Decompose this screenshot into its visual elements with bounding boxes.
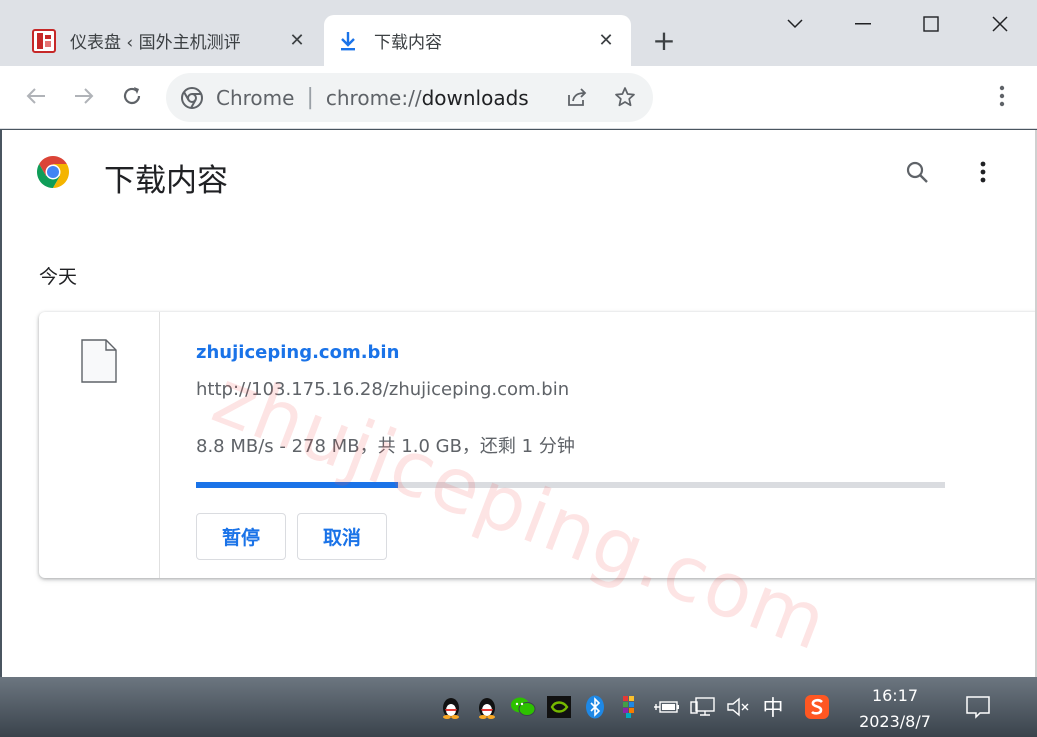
chrome-icon (180, 86, 204, 110)
download-progress-bar (196, 482, 945, 488)
nvidia-icon[interactable] (546, 694, 572, 720)
downloads-header: 下载内容 (2, 130, 1035, 218)
download-status: 8.8 MB/s - 278 MB，共 1.0 GB，还剩 1 分钟 (196, 436, 575, 457)
wechat-icon[interactable] (510, 694, 536, 720)
battery-plug-icon[interactable] (654, 694, 680, 720)
file-icon (80, 338, 118, 388)
downloads-page: 下载内容 今天 zhujiceping.com.bin http://103.1… (2, 130, 1035, 677)
chrome-logo-icon (35, 154, 71, 194)
url-path: downloads (421, 85, 529, 110)
new-tab-button[interactable]: + (648, 24, 680, 57)
back-button[interactable] (20, 80, 52, 112)
sogou-ime-icon[interactable] (804, 694, 830, 720)
close-window-button[interactable] (980, 6, 1020, 42)
ime-language-indicator[interactable]: 中 (760, 694, 786, 720)
qq-penguin-icon[interactable] (438, 694, 464, 720)
bookmark-star-icon[interactable] (613, 85, 637, 109)
more-options-icon[interactable] (968, 157, 998, 187)
tab-title: 下载内容 (374, 33, 442, 53)
url-scheme: chrome:// (325, 85, 422, 110)
tab-strip: 仪表盘 ‹ 国外主机测评 ✕ 下载内容 ✕ + (0, 0, 1037, 66)
pause-button[interactable]: 暂停 (196, 513, 286, 560)
tab-search-chevron-icon[interactable] (775, 6, 815, 42)
search-icon[interactable] (902, 157, 932, 187)
page-title: 下载内容 (104, 163, 228, 199)
maximize-button[interactable] (911, 6, 951, 42)
url-text[interactable]: chrome://downloads (326, 86, 529, 110)
forward-button[interactable] (68, 80, 100, 112)
minimize-button[interactable] (843, 6, 883, 42)
file-source-url[interactable]: http://103.175.16.28/zhujiceping.com.bin (196, 379, 569, 400)
date-heading: 今天 (39, 266, 78, 288)
omnibox-separator: | (306, 85, 314, 110)
taskbar: 中 16:17 2023/8/7 (0, 677, 1037, 737)
reload-button[interactable] (116, 80, 148, 112)
download-progress-fill (196, 482, 399, 488)
address-bar[interactable]: Chrome | chrome://downloads (166, 73, 653, 122)
volume-muted-icon[interactable] (726, 694, 752, 720)
tab-dashboard[interactable]: 仪表盘 ‹ 国外主机测评 ✕ (20, 15, 322, 66)
network-icon[interactable] (690, 694, 716, 720)
color-app-icon[interactable] (618, 694, 644, 720)
close-icon[interactable]: ✕ (595, 30, 617, 52)
browser-menu-icon[interactable] (986, 80, 1018, 112)
file-icon-column (39, 312, 160, 578)
site-favicon-icon (32, 28, 56, 53)
notification-icon[interactable] (965, 694, 991, 720)
share-icon[interactable] (565, 85, 589, 109)
cancel-button[interactable]: 取消 (297, 513, 387, 560)
bluetooth-icon[interactable] (582, 694, 608, 720)
close-icon[interactable]: ✕ (286, 30, 308, 52)
clock-time: 16:17 (871, 686, 919, 705)
site-chip-label: Chrome (216, 85, 295, 110)
download-item-card: zhujiceping.com.bin http://103.175.16.28… (39, 312, 1035, 578)
clock[interactable]: 16:17 2023/8/7 (852, 683, 938, 735)
browser-toolbar: Chrome | chrome://downloads (0, 66, 1037, 129)
tab-title: 仪表盘 ‹ 国外主机测评 (70, 33, 241, 53)
file-name-link[interactable]: zhujiceping.com.bin (196, 342, 399, 363)
clock-date: 2023/8/7 (859, 712, 931, 731)
download-icon (336, 29, 360, 53)
tab-downloads[interactable]: 下载内容 ✕ (324, 15, 631, 66)
qq-penguin-icon[interactable] (474, 694, 500, 720)
